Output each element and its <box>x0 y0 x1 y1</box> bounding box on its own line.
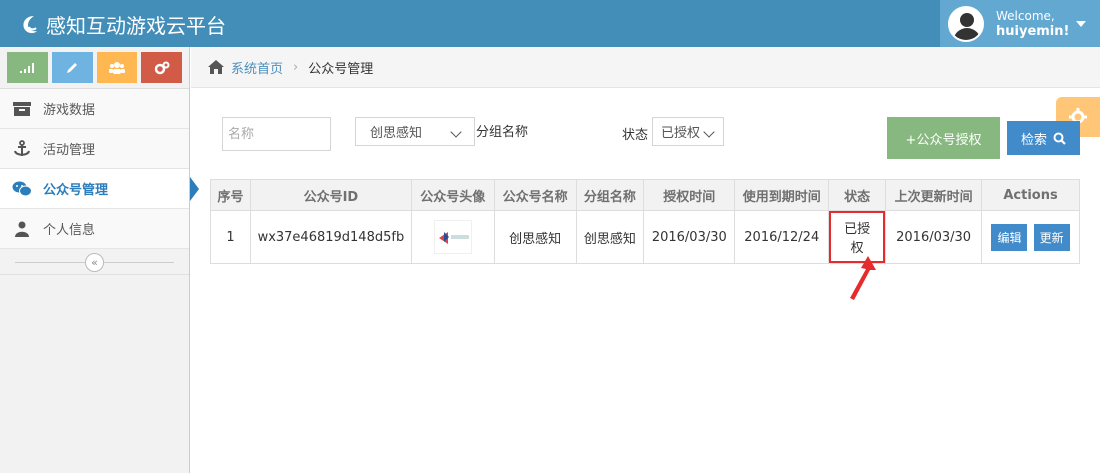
brand[interactable]: 感知互动游戏云平台 <box>20 10 226 39</box>
settings-shortcut-button[interactable] <box>141 52 182 83</box>
search-button-label: 检索 <box>1020 132 1047 148</box>
column-header[interactable]: 上次更新时间 <box>885 179 983 211</box>
sidebar-collapse-bar: « <box>0 249 189 275</box>
column-header: Actions <box>981 179 1080 211</box>
anchor-icon <box>12 139 32 158</box>
breadcrumb-current: 公众号管理 <box>308 61 374 77</box>
avatar <box>948 5 984 42</box>
table-row: 1 wx37e46819d148d5fb 创思感知 创思感知 2016/03/3… <box>210 210 1080 264</box>
user-name: huiyemin! <box>996 23 1070 39</box>
search-icon <box>1053 132 1066 145</box>
sidebar-item-label: 游戏数据 <box>43 103 96 118</box>
group-select[interactable]: 创思感知 <box>355 117 475 146</box>
top-navbar: 感知互动游戏云平台 Welcome, huiyemin! <box>0 0 1100 47</box>
sidebar-item-label: 公众号管理 <box>43 183 109 198</box>
archive-icon <box>12 100 32 118</box>
row-index: 1 <box>210 210 251 264</box>
users-shortcut-button[interactable] <box>96 52 138 83</box>
search-button[interactable]: 检索 <box>1007 121 1080 155</box>
sidebar-item-label: 个人信息 <box>43 223 96 238</box>
double-chevron-left-icon[interactable]: « <box>85 253 104 272</box>
table-header-row: 序号 公众号ID 公众号头像 公众号名称 分组名称 授权时间 使用到期时间 状态… <box>210 179 1080 211</box>
group-select-value: 创思感知 <box>370 126 423 141</box>
app-title: 感知互动游戏云平台 <box>46 14 226 38</box>
welcome-text: Welcome, <box>996 8 1055 23</box>
group-label: 分组名称 <box>476 125 529 140</box>
cogs-icon <box>154 61 170 74</box>
shortcut-bar <box>0 47 189 89</box>
sidebar-item-profile[interactable]: 个人信息 <box>0 209 189 249</box>
column-header[interactable]: 使用到期时间 <box>734 179 830 211</box>
chevron-down-icon <box>703 126 715 138</box>
sidebar-item-activities[interactable]: 活动管理 <box>0 129 189 169</box>
column-header[interactable]: 授权时间 <box>643 179 736 211</box>
refresh-button[interactable]: 更新 <box>1033 223 1070 251</box>
users-icon <box>108 61 125 74</box>
column-header[interactable]: 序号 <box>210 179 251 211</box>
chevron-right-icon: › <box>293 59 299 75</box>
name-search-input[interactable] <box>222 117 331 151</box>
edit-shortcut-button[interactable] <box>51 52 93 83</box>
expire-time: 2016/12/24 <box>734 210 830 264</box>
stats-shortcut-button[interactable] <box>7 52 48 83</box>
sidebar-item-label: 活动管理 <box>43 143 96 158</box>
annotation-arrow-icon <box>850 256 876 300</box>
account-group: 创思感知 <box>575 210 645 264</box>
status-select[interactable]: 已授权 <box>652 117 724 146</box>
auth-time: 2016/03/30 <box>643 210 736 264</box>
status-label: 状态 <box>622 128 649 143</box>
account-id: wx37e46819d148d5fb <box>249 210 412 264</box>
chevron-down-icon <box>450 126 462 138</box>
account-name: 创思感知 <box>493 210 577 264</box>
sidebar-item-game-data[interactable]: 游戏数据 <box>0 89 189 129</box>
breadcrumb: 系统首页 › 公众号管理 <box>191 47 1100 88</box>
column-header[interactable]: 分组名称 <box>575 179 645 211</box>
logo-icon <box>23 15 37 33</box>
pencil-icon <box>67 62 78 73</box>
home-icon <box>208 60 224 74</box>
column-header[interactable]: 状态 <box>828 179 887 211</box>
caret-down-icon <box>1076 21 1086 27</box>
breadcrumb-home-link[interactable]: 系统首页 <box>231 58 283 77</box>
sidebar-item-wechat-accounts[interactable]: 公众号管理 <box>0 169 189 209</box>
edit-button[interactable]: 编辑 <box>991 223 1028 251</box>
status-select-value: 已授权 <box>661 126 701 141</box>
authorize-account-button[interactable]: +公众号授权 <box>887 117 1000 159</box>
user-menu[interactable]: Welcome, huiyemin! <box>940 0 1100 47</box>
column-header[interactable]: 公众号头像 <box>410 179 495 211</box>
accounts-table: 序号 公众号ID 公众号头像 公众号名称 分组名称 授权时间 使用到期时间 状态… <box>210 179 1080 264</box>
column-header[interactable]: 公众号名称 <box>493 179 577 211</box>
account-avatar <box>433 220 472 254</box>
wechat-icon <box>12 180 32 198</box>
user-icon <box>12 220 32 238</box>
column-header[interactable]: 公众号ID <box>249 179 412 211</box>
sidebar: 游戏数据 活动管理 公众号管理 个人信息 « <box>0 47 190 473</box>
updated-time: 2016/03/30 <box>885 210 983 264</box>
signal-icon <box>20 62 35 73</box>
